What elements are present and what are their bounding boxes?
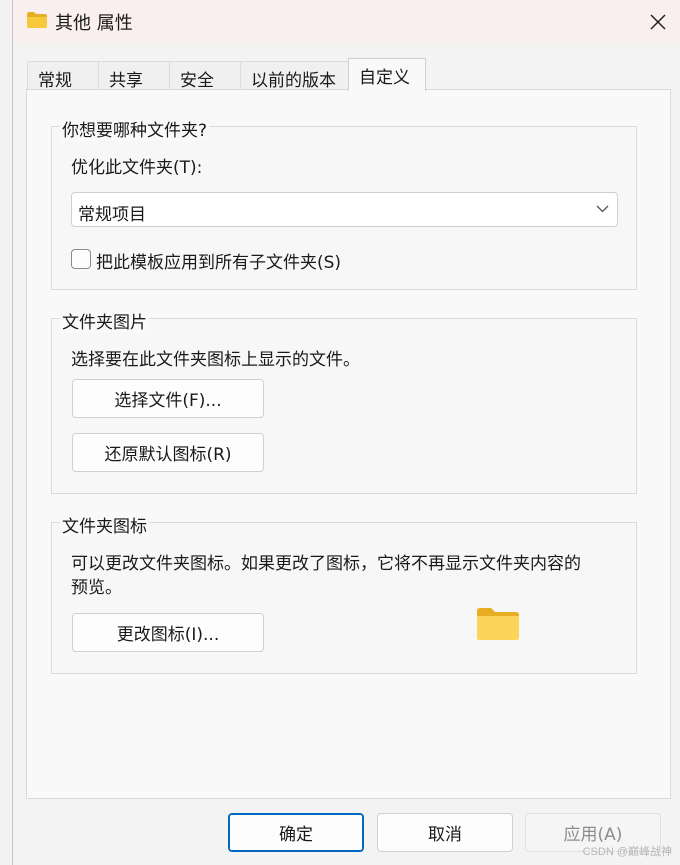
properties-dialog: 其他 属性 常规 共享 安全 以前的版本 自定义 你想要哪种文件夹? 优化此文件… bbox=[12, 0, 680, 865]
close-button[interactable] bbox=[635, 0, 680, 44]
optimize-folder-select-value: 常规项目 bbox=[78, 205, 146, 225]
choose-file-button[interactable]: 选择文件(F)... bbox=[72, 379, 264, 418]
folder-icon bbox=[477, 608, 519, 640]
chevron-down-icon bbox=[596, 205, 609, 213]
folder-type-group-title: 你想要哪种文件夹? bbox=[60, 116, 210, 141]
apply-to-subfolders-label: 把此模板应用到所有子文件夹(S) bbox=[96, 253, 342, 273]
tab-general[interactable]: 常规 bbox=[27, 61, 99, 91]
folder-picture-description: 选择要在此文件夹图标上显示的文件。 bbox=[71, 350, 360, 370]
change-icon-button[interactable]: 更改图标(I)... bbox=[72, 613, 264, 652]
optimize-label: 优化此文件夹(T): bbox=[71, 158, 203, 178]
background-window-left-edge bbox=[0, 0, 12, 865]
title-bar[interactable]: 其他 属性 bbox=[13, 0, 680, 44]
folder-icon-description-line2: 预览。 bbox=[71, 578, 122, 598]
tab-sharing[interactable]: 共享 bbox=[98, 61, 170, 91]
folder-picture-group: 文件夹图片 选择要在此文件夹图标上显示的文件。 选择文件(F)... 还原默认图… bbox=[51, 308, 637, 494]
watermark: CSDN @巅峰战神 bbox=[582, 846, 672, 858]
tab-customize[interactable]: 自定义 bbox=[348, 58, 426, 91]
folder-icon bbox=[27, 12, 47, 28]
customize-panel: 你想要哪种文件夹? 优化此文件夹(T): 常规项目 把此模板应用到所有子文件夹(… bbox=[26, 89, 671, 799]
tab-previous-versions[interactable]: 以前的版本 bbox=[240, 61, 350, 91]
ok-button[interactable]: 确定 bbox=[228, 813, 364, 852]
window-title: 其他 属性 bbox=[55, 13, 133, 34]
tab-security[interactable]: 安全 bbox=[169, 61, 241, 91]
folder-icon-group-title: 文件夹图标 bbox=[60, 512, 149, 537]
close-icon bbox=[650, 14, 666, 30]
folder-picture-group-title: 文件夹图片 bbox=[60, 308, 149, 333]
folder-icon-group: 文件夹图标 可以更改文件夹图标。如果更改了图标，它将不再显示文件夹内容的 预览。… bbox=[51, 512, 637, 674]
folder-icon-description-line1: 可以更改文件夹图标。如果更改了图标，它将不再显示文件夹内容的 bbox=[71, 554, 581, 574]
restore-default-button[interactable]: 还原默认图标(R) bbox=[72, 433, 264, 472]
apply-to-subfolders-checkbox[interactable] bbox=[71, 249, 91, 269]
folder-type-group: 你想要哪种文件夹? 优化此文件夹(T): 常规项目 把此模板应用到所有子文件夹(… bbox=[51, 116, 637, 290]
optimize-folder-select[interactable]: 常规项目 bbox=[71, 192, 618, 227]
cancel-button[interactable]: 取消 bbox=[377, 813, 513, 852]
